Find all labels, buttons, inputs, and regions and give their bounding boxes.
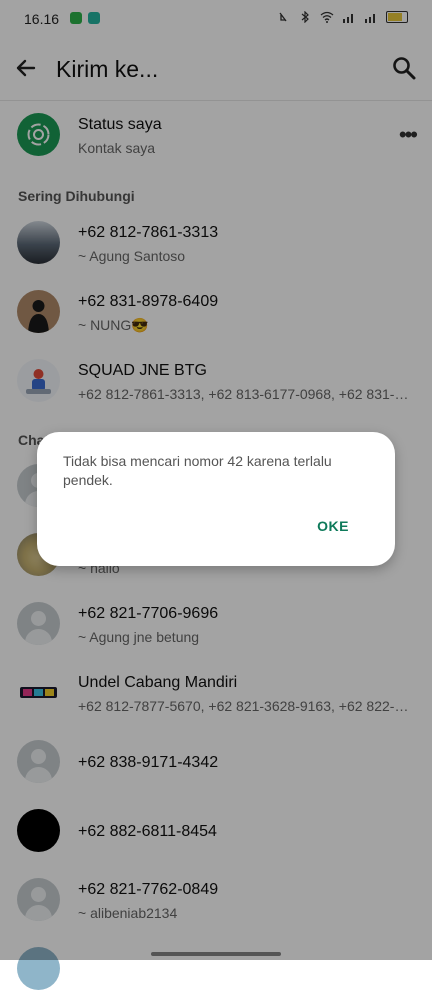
gesture-nav-bar[interactable] <box>151 952 281 956</box>
alert-dialog: Tidak bisa mencari nomor 42 karena terla… <box>37 432 395 566</box>
ok-button[interactable]: OKE <box>317 518 349 534</box>
dialog-message: Tidak bisa mencari nomor 42 karena terla… <box>63 453 332 488</box>
